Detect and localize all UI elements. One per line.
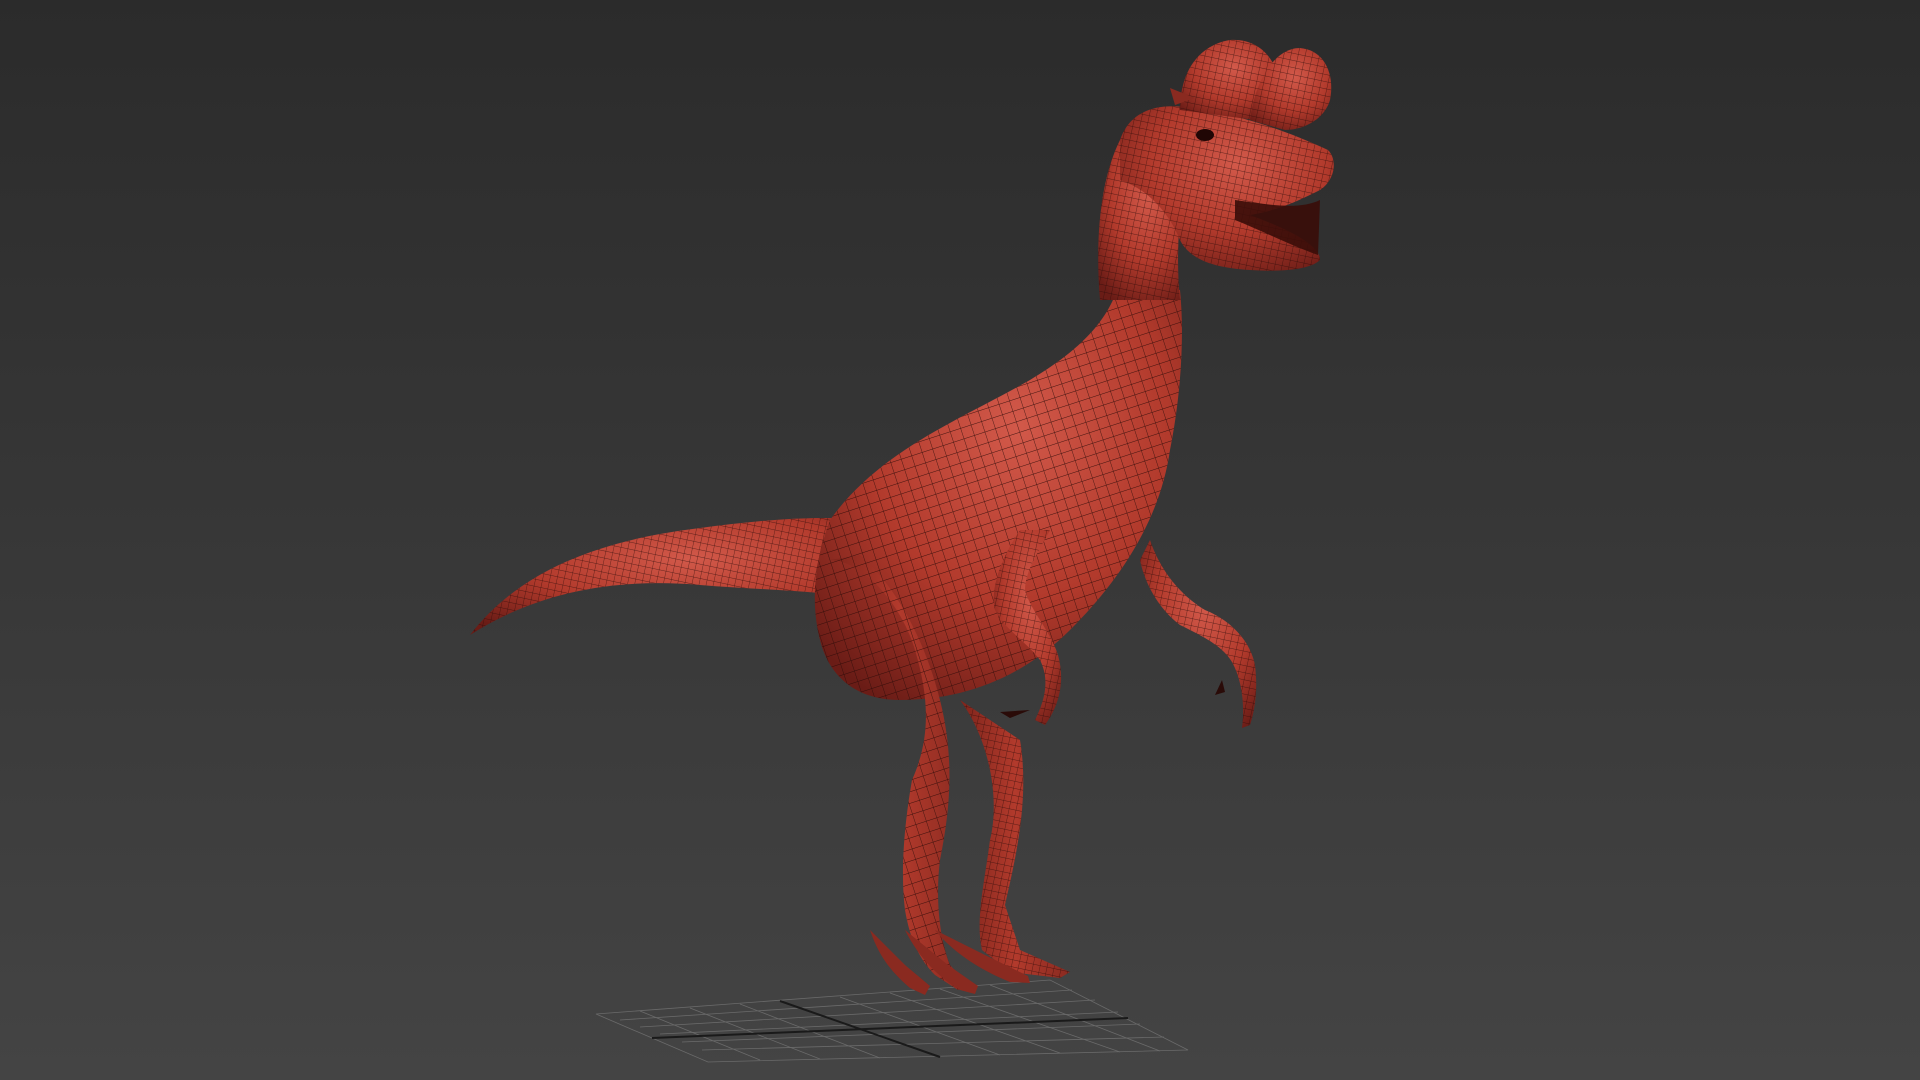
3d-viewport[interactable] (0, 0, 1920, 1080)
body (814, 280, 1182, 700)
scene-canvas[interactable] (0, 0, 1920, 1080)
back-leg (960, 700, 1070, 978)
ground-grid (595, 979, 1189, 1063)
tail (470, 517, 870, 635)
eye (1196, 129, 1214, 141)
far-arm (1140, 540, 1257, 728)
grid-axes (651, 1000, 1129, 1058)
dinosaur-model[interactable] (470, 39, 1334, 995)
